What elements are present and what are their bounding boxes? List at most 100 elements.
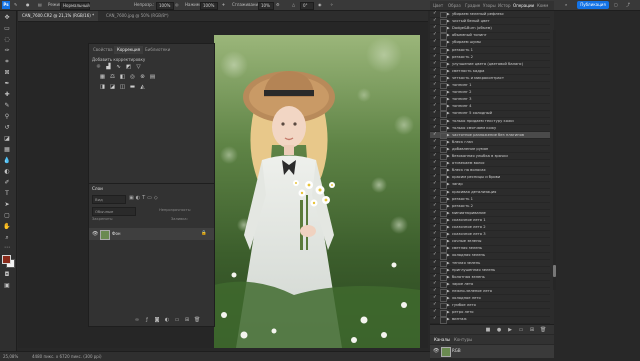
expand-triangle-icon[interactable]: ▶ <box>447 295 450 301</box>
blur-tool-icon[interactable]: 💧 <box>3 157 11 165</box>
action-check-icon[interactable]: ✓ <box>433 224 439 230</box>
more-tools-icon[interactable]: ⋯ <box>3 244 11 252</box>
new-layer-icon[interactable]: ⊞ <box>184 317 190 323</box>
action-check-icon[interactable]: ✓ <box>433 32 439 38</box>
app-logo[interactable]: Ps <box>2 1 10 9</box>
channel-mixer-icon[interactable]: ⊛ <box>139 74 146 81</box>
invert-icon[interactable]: ◨ <box>99 84 106 91</box>
workspace-icon[interactable]: ▢ <box>614 2 618 7</box>
action-check-icon[interactable]: ✓ <box>433 125 439 131</box>
action-check-icon[interactable]: ✓ <box>433 96 439 102</box>
action-check-icon[interactable]: ✓ <box>433 274 439 280</box>
action-check-icon[interactable]: ✓ <box>433 231 439 237</box>
expand-triangle-icon[interactable]: ▶ <box>447 309 450 315</box>
action-check-icon[interactable]: ✓ <box>433 75 439 81</box>
quick-select-tool-icon[interactable]: ✑ <box>3 47 11 55</box>
action-check-icon[interactable]: ✓ <box>433 217 439 223</box>
color-balance-icon[interactable]: ⚖ <box>109 74 116 81</box>
clone-stamp-tool-icon[interactable]: ⚲ <box>3 113 11 121</box>
stop-icon[interactable]: ■ <box>485 327 491 333</box>
angle-icon[interactable]: △ <box>292 2 295 7</box>
expand-triangle-icon[interactable]: ▶ <box>447 260 450 266</box>
frame-tool-icon[interactable]: ⊠ <box>3 69 11 77</box>
tab-gradients[interactable]: Градие <box>463 1 482 10</box>
expand-triangle-icon[interactable]: ▶ <box>447 75 450 81</box>
action-check-icon[interactable]: ✓ <box>433 118 439 124</box>
airbrush-icon[interactable]: ✈ <box>222 2 225 7</box>
expand-triangle-icon[interactable]: ▶ <box>447 139 450 145</box>
expand-triangle-icon[interactable]: ▶ <box>447 125 450 131</box>
expand-triangle-icon[interactable]: ▶ <box>447 181 450 187</box>
angle-field[interactable]: 0° <box>300 1 314 10</box>
expand-triangle-icon[interactable]: ▶ <box>447 196 450 202</box>
pressure-field[interactable]: 100% <box>200 1 218 10</box>
hand-tool-icon[interactable]: ✋ <box>3 223 11 231</box>
artboard-tool-icon[interactable]: ▭ <box>3 25 11 33</box>
tab-channels[interactable]: Каналы <box>432 335 452 344</box>
layers-filter[interactable]: Вид <box>92 195 126 204</box>
doc-tab-jpg[interactable]: CAN_7600.jpg @ 50% (RGB/8*) <box>102 11 173 21</box>
channel-row-rgb[interactable]: 👁 RGB <box>430 345 554 358</box>
expand-triangle-icon[interactable]: ▶ <box>447 39 450 45</box>
action-check-icon[interactable]: ✓ <box>433 54 439 60</box>
layer-name[interactable]: Фон <box>112 231 121 236</box>
share-icon[interactable]: ⤴ <box>626 2 630 8</box>
pressure-opacity-icon[interactable]: ◎ <box>175 2 179 7</box>
expand-triangle-icon[interactable]: ▶ <box>447 47 450 53</box>
action-check-icon[interactable]: ✓ <box>433 11 439 17</box>
expand-triangle-icon[interactable]: ▶ <box>447 174 450 180</box>
vibrance-icon[interactable]: ▽ <box>135 64 142 71</box>
action-check-icon[interactable]: ✓ <box>433 103 439 109</box>
action-check-icon[interactable]: ✓ <box>433 189 439 195</box>
expand-triangle-icon[interactable]: ▶ <box>447 96 450 102</box>
color-lookup-icon[interactable]: ▤ <box>149 74 156 81</box>
search-icon[interactable]: ⌕ <box>565 2 567 7</box>
healing-brush-tool-icon[interactable]: ✚ <box>3 91 11 99</box>
move-tool-icon[interactable]: ✥ <box>3 14 11 22</box>
action-check-icon[interactable]: ✓ <box>433 238 439 244</box>
smoothing-options-icon[interactable]: ⚙ <box>276 2 280 7</box>
action-check-icon[interactable]: ✓ <box>433 260 439 266</box>
expand-triangle-icon[interactable]: ▶ <box>447 103 450 109</box>
expand-triangle-icon[interactable]: ▶ <box>447 217 450 223</box>
levels-icon[interactable]: ▟ <box>105 64 112 71</box>
path-select-tool-icon[interactable]: ➤ <box>3 201 11 209</box>
expand-triangle-icon[interactable]: ▶ <box>447 224 450 230</box>
expand-triangle-icon[interactable]: ▶ <box>447 288 450 294</box>
rectangle-tool-icon[interactable]: ▢ <box>3 212 11 220</box>
visibility-eye-icon[interactable]: 👁 <box>92 231 98 237</box>
action-check-icon[interactable]: ✓ <box>433 181 439 187</box>
action-check-icon[interactable]: ✓ <box>433 110 439 116</box>
action-check-icon[interactable]: ✓ <box>433 196 439 202</box>
expand-triangle-icon[interactable]: ▶ <box>447 118 450 124</box>
smoothing-field[interactable]: 10% <box>258 1 274 10</box>
history-brush-tool-icon[interactable]: ↺ <box>3 124 11 132</box>
brightness-contrast-icon[interactable]: ☼ <box>95 64 102 71</box>
tab-libraries[interactable]: Библиотеки <box>142 46 173 54</box>
expand-triangle-icon[interactable]: ▶ <box>447 210 450 216</box>
action-check-icon[interactable]: ✓ <box>433 47 439 53</box>
play-icon[interactable]: ▶ <box>507 327 513 333</box>
brush-icon[interactable]: ✎ <box>14 2 17 7</box>
expand-triangle-icon[interactable]: ▶ <box>447 238 450 244</box>
new-action-icon[interactable]: ⊞ <box>529 327 535 333</box>
new-group-icon[interactable]: ▭ <box>174 317 180 323</box>
tab-swatches[interactable]: Образ <box>446 1 463 10</box>
symmetry-icon[interactable]: ✧ <box>330 2 333 7</box>
expand-triangle-icon[interactable]: ▶ <box>447 18 450 24</box>
black-white-icon[interactable]: ◧ <box>119 74 126 81</box>
expand-triangle-icon[interactable]: ▶ <box>447 146 450 152</box>
exposure-icon[interactable]: ◩ <box>125 64 132 71</box>
action-check-icon[interactable]: ✓ <box>433 89 439 95</box>
action-check-icon[interactable]: ✓ <box>433 139 439 145</box>
type-tool-icon[interactable]: T <box>3 190 11 198</box>
threshold-icon[interactable]: ◫ <box>119 84 126 91</box>
tab-adjustments[interactable]: Коррекция <box>114 46 143 54</box>
action-check-icon[interactable]: ✓ <box>433 295 439 301</box>
photo-filter-icon[interactable]: ◎ <box>129 74 136 81</box>
gradient-map-icon[interactable]: ▬ <box>129 84 136 91</box>
action-check-icon[interactable]: ✓ <box>433 203 439 209</box>
action-check-icon[interactable]: ✓ <box>433 153 439 159</box>
expand-triangle-icon[interactable]: ▶ <box>447 281 450 287</box>
expand-triangle-icon[interactable]: ▶ <box>447 89 450 95</box>
